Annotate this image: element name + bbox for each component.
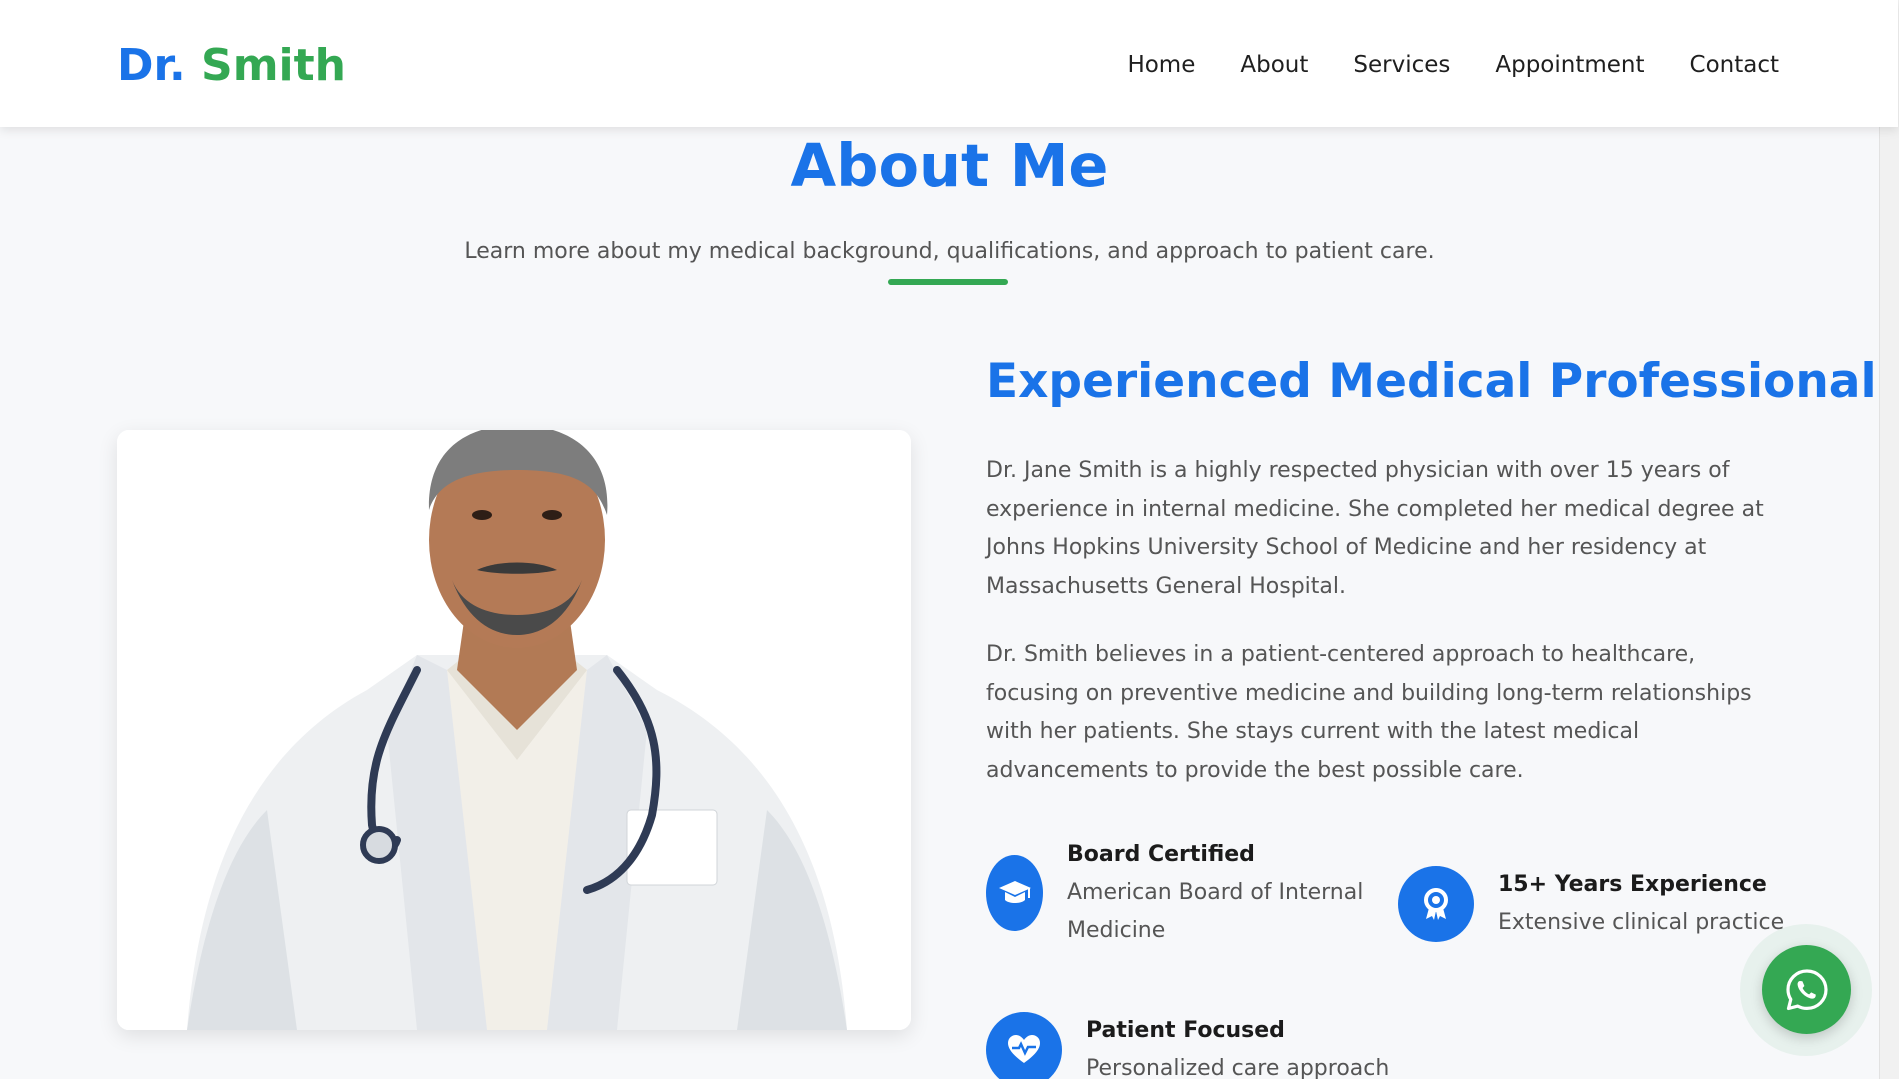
site-header: Dr. Smith Home About Services Appointmen… xyxy=(0,0,1898,127)
feature-description: Extensive clinical practice xyxy=(1498,910,1785,935)
feature-experience: 15+ Years Experience Extensive clinical … xyxy=(1398,866,1784,942)
whatsapp-icon xyxy=(1785,968,1828,1010)
nav-appointment-link[interactable]: Appointment xyxy=(1495,50,1644,80)
feature-title: Board Certified xyxy=(1067,842,1255,867)
feature-patient-focused: Patient Focused Personalized care approa… xyxy=(986,1012,1389,1079)
site-logo[interactable]: Dr. Smith xyxy=(117,40,346,92)
feature-title: 15+ Years Experience xyxy=(1498,872,1767,897)
graduation-cap-icon xyxy=(986,855,1043,931)
page: Dr. Smith Home About Services Appointmen… xyxy=(0,0,1899,1079)
main-nav: Home About Services Appointment Contact xyxy=(1127,50,1779,80)
nav-home-link[interactable]: Home xyxy=(1127,50,1195,80)
logo-name: Smith xyxy=(201,40,346,91)
nav-about-link[interactable]: About xyxy=(1240,50,1308,80)
section-underline xyxy=(888,279,1008,285)
nav-services-link[interactable]: Services xyxy=(1353,50,1450,80)
feature-board-certified: Board Certified American Board of Intern… xyxy=(986,836,1366,950)
page-scrollbar[interactable] xyxy=(1879,0,1899,1079)
section-title: About Me xyxy=(790,131,1109,200)
doctor-photo xyxy=(117,430,911,1030)
feature-description: Personalized care approach xyxy=(1086,1056,1390,1079)
section-subtitle: Learn more about my medical background, … xyxy=(464,239,1435,264)
experience-heading: Experienced Medical Professional xyxy=(986,354,1877,409)
heart-pulse-icon xyxy=(986,1012,1062,1079)
whatsapp-button[interactable] xyxy=(1762,945,1851,1034)
nav-contact-link[interactable]: Contact xyxy=(1690,50,1779,80)
approach-paragraph: Dr. Smith believes in a patient-centered… xyxy=(986,642,1752,783)
feature-title: Patient Focused xyxy=(1086,1018,1285,1043)
bio-paragraph: Dr. Jane Smith is a highly respected phy… xyxy=(986,458,1764,599)
logo-prefix: Dr. xyxy=(117,40,186,91)
award-icon xyxy=(1398,866,1474,942)
feature-description: American Board of Internal Medicine xyxy=(1067,880,1364,943)
